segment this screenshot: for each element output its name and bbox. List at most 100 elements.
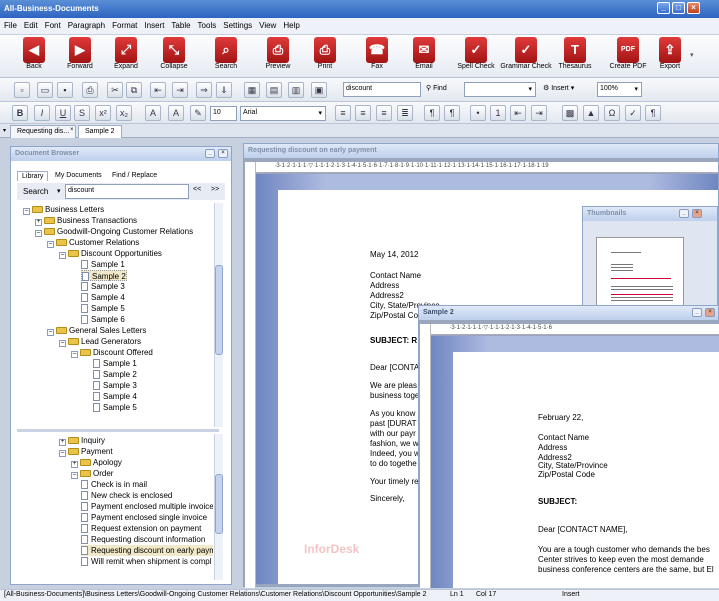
list-scrollbar[interactable] [214, 434, 223, 580]
tab-find-replace[interactable]: Find / Replace [112, 172, 157, 179]
outdent-icon[interactable]: ⇤ [510, 105, 526, 121]
indent-left-icon[interactable]: ⇤ [150, 82, 166, 98]
table-list-icon[interactable]: ▥ [288, 82, 304, 98]
find-options-dropdown[interactable]: ▾ [464, 82, 536, 97]
preview-button[interactable]: ⎙ Preview [257, 36, 299, 77]
paste-icon[interactable]: ⇒ [196, 82, 212, 98]
numbering-icon[interactable]: 1 [490, 105, 506, 121]
font-name-select[interactable]: Arial ▾ [240, 106, 326, 121]
email-button[interactable]: ✉ Email [403, 36, 445, 77]
superscript-icon[interactable]: x² [95, 105, 111, 121]
thesaurus-button[interactable]: T Thesaurus [554, 36, 596, 77]
menu-file[interactable]: File [0, 18, 20, 30]
tree-leaf[interactable]: Sample 4 [93, 391, 137, 402]
find-button[interactable]: ⚲ Find [426, 84, 447, 92]
ruler[interactable]: ·3·1·2·1·1·1·▽·1·1·1·2·1·3·1·4·1·5·1·6 [431, 324, 719, 335]
justify-icon[interactable]: ≣ [397, 105, 413, 121]
list-item[interactable]: – Order [71, 468, 113, 479]
tree-node[interactable]: – Lead Generators [59, 336, 141, 347]
new-document-icon[interactable]: ▫ [14, 82, 30, 98]
tree-node[interactable]: – Business Letters [23, 204, 104, 215]
cut-icon[interactable]: ✂ [107, 82, 123, 98]
rtl-icon[interactable]: ¶ [444, 105, 460, 121]
browser-search-input[interactable]: discount [65, 184, 189, 199]
tree-leaf[interactable]: Sample 3 [93, 380, 137, 391]
panel-minimize-icon[interactable]: _ [679, 209, 689, 218]
tab-close-icon[interactable]: × [70, 127, 74, 133]
align-center-icon[interactable]: ≡ [355, 105, 371, 121]
chevron-down-icon[interactable]: ▾ [57, 187, 61, 195]
tree-node[interactable]: – Discount Opportunities [59, 248, 162, 259]
minimize-button[interactable]: _ [657, 2, 670, 14]
indent-right-icon[interactable]: ⇥ [172, 82, 188, 98]
tree-node[interactable]: – General Sales Letters [47, 325, 146, 336]
tab-my-documents[interactable]: My Documents [55, 172, 102, 179]
ltr-icon[interactable]: ¶ [424, 105, 440, 121]
save-icon[interactable]: ▪ [57, 82, 73, 98]
close-button[interactable]: × [687, 2, 700, 14]
ruler[interactable]: ·3·1·2·1·1·1·▽·1·1·1·2·1·3·1·4·1·5·1·6·1… [256, 162, 718, 173]
panel-minimize-icon[interactable]: _ [205, 149, 215, 158]
menu-format[interactable]: Format [108, 18, 140, 30]
panel-close-icon[interactable]: × [218, 149, 228, 158]
vertical-ruler[interactable] [420, 324, 431, 588]
align-right-icon[interactable]: ≡ [376, 105, 392, 121]
paragraph-mark-icon[interactable]: ¶ [645, 105, 661, 121]
search-prev-button[interactable]: << [193, 186, 201, 193]
menu-view[interactable]: View [255, 18, 279, 30]
tree-node[interactable]: – Customer Relations [47, 237, 139, 248]
list-item[interactable]: + Inquiry [59, 435, 105, 446]
list-item[interactable]: Payment enclosed single invoice [81, 512, 207, 523]
menu-edit[interactable]: Edit [20, 18, 41, 30]
bold-icon[interactable]: B [12, 105, 28, 121]
tab-requesting-discount[interactable]: Requesting dis... [10, 125, 77, 138]
strikethrough-icon[interactable]: S [74, 105, 90, 121]
tree-leaf[interactable]: Sample 5 [93, 402, 137, 413]
tree-leaf[interactable]: Sample 1 [81, 259, 125, 270]
search-next-button[interactable]: >> [211, 186, 219, 193]
tree-node[interactable]: – Discount Offered [71, 347, 153, 358]
menu-settings[interactable]: Settings [219, 18, 255, 30]
highlight-icon[interactable]: ✎ [190, 105, 206, 121]
find-input[interactable]: discount [343, 82, 421, 97]
insert-dropdown-button[interactable]: ⚙ Insert ▾ [543, 84, 574, 92]
tree-scrollbar[interactable] [214, 203, 223, 427]
font-size-select[interactable]: 10 [210, 106, 237, 121]
indent-icon[interactable]: ⇥ [531, 105, 547, 121]
menu-help[interactable]: Help [279, 18, 302, 30]
print-small-icon[interactable]: ⎙ [82, 82, 98, 98]
calendar-icon[interactable]: ▣ [311, 82, 327, 98]
menu-paragraph[interactable]: Paragraph [64, 18, 108, 30]
list-item[interactable]: + Apology [71, 457, 122, 468]
tree-leaf-selected[interactable]: Sample 2 [81, 270, 127, 281]
list-item[interactable]: Check is in mail [81, 479, 147, 490]
font-size-up-icon[interactable]: A [145, 105, 161, 121]
grammar-check-button[interactable]: ✓ Grammar Check [500, 36, 552, 77]
zoom-select[interactable]: 100% ▾ [597, 82, 642, 97]
tree-scrollbar-thumb[interactable] [215, 265, 223, 355]
tree-leaf[interactable]: Sample 1 [93, 358, 137, 369]
format-painter-icon[interactable]: ⇓ [216, 82, 232, 98]
back-button[interactable]: ◀ Back [13, 36, 55, 77]
copy-icon[interactable]: ⧉ [126, 82, 142, 98]
tab-sample-2[interactable]: Sample 2 [78, 125, 122, 138]
menu-tools[interactable]: Tools [194, 18, 220, 30]
tree-leaf[interactable]: Sample 2 [93, 369, 137, 380]
tab-library[interactable]: Library [17, 171, 49, 181]
bullets-icon[interactable]: • [470, 105, 486, 121]
print-button[interactable]: ⎙ Print [304, 36, 346, 77]
create-pdf-button[interactable]: PDF Create PDF [607, 36, 649, 77]
spell-check-button[interactable]: ✓ Spell Check [455, 36, 497, 77]
tab-menu-icon[interactable]: ▾ [3, 127, 6, 134]
maximize-button[interactable]: □ [672, 2, 685, 14]
panel-close-icon[interactable]: × [705, 308, 715, 317]
insert-chart-icon[interactable]: ▲ [583, 105, 599, 121]
tree-leaf[interactable]: Sample 5 [81, 303, 125, 314]
italic-icon[interactable]: I [34, 105, 50, 121]
expand-button[interactable]: ⤢ Expand [105, 36, 147, 77]
export-button[interactable]: ⇪ Export [649, 36, 691, 77]
subscript-icon[interactable]: x₂ [116, 105, 132, 121]
list-item[interactable]: Will remit when shipment is compl [81, 556, 211, 567]
list-item[interactable]: – Payment [59, 446, 113, 457]
collapse-button[interactable]: ⤡ Collapse [153, 36, 195, 77]
